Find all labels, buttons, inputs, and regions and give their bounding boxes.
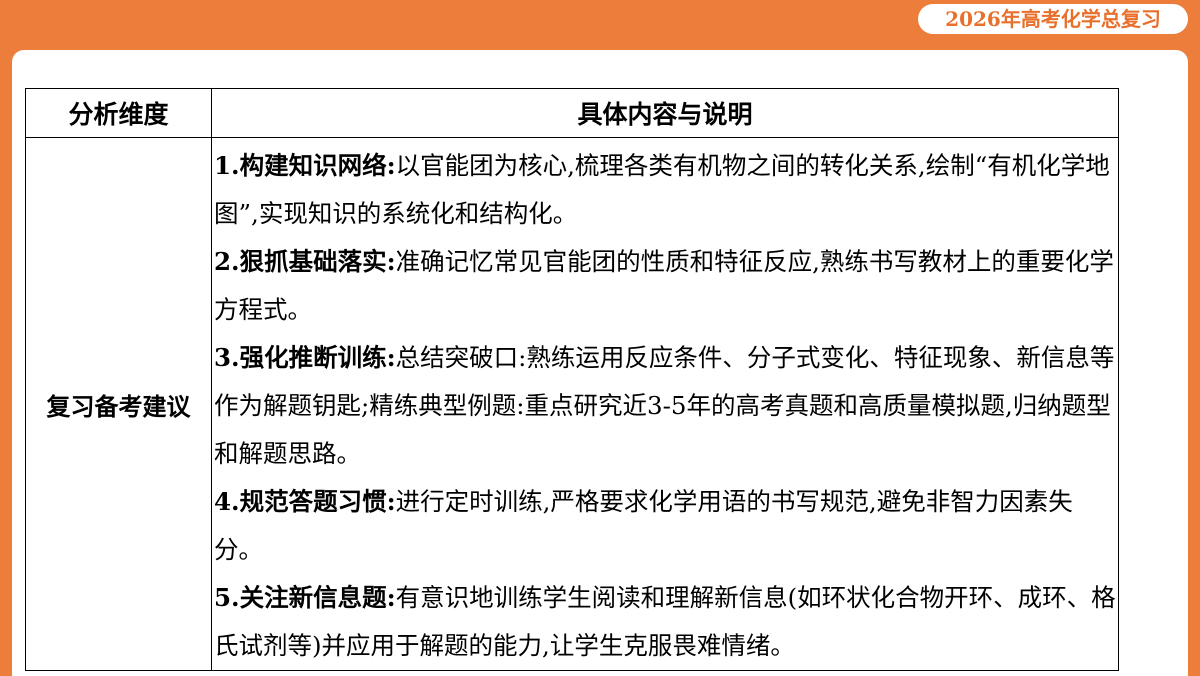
content-cell: 1.构建知识网络:以官能团为核心,梳理各类有机物之间的转化关系,绘制“有机化学地… — [211, 137, 1119, 671]
header-dimension: 分析维度 — [25, 88, 212, 138]
list-item: 4.规范答题习惯:进行定时训练,严格要求化学用语的书写规范,避免非智力因素失分。 — [214, 478, 1118, 574]
item-label: 2.狠抓基础落实: — [214, 247, 396, 276]
item-label: 4.规范答题习惯: — [214, 487, 396, 516]
list-item: 1.构建知识网络:以官能团为核心,梳理各类有机物之间的转化关系,绘制“有机化学地… — [214, 142, 1118, 238]
row-label: 复习备考建议 — [25, 137, 212, 671]
item-label: 3.强化推断训练: — [214, 343, 396, 372]
header-content: 具体内容与说明 — [211, 88, 1119, 138]
table-header-row: 分析维度 具体内容与说明 — [25, 88, 1119, 138]
list-item: 3.强化推断训练:总结突破口:熟练运用反应条件、分子式变化、特征现象、新信息等作… — [214, 334, 1118, 478]
item-label: 1.构建知识网络: — [214, 151, 396, 180]
table-row: 复习备考建议 1.构建知识网络:以官能团为核心,梳理各类有机物之间的转化关系,绘… — [25, 137, 1119, 671]
list-item: 2.狠抓基础落实:准确记忆常见官能团的性质和特征反应,熟练书写教材上的重要化学方… — [214, 238, 1118, 334]
analysis-table: 分析维度 具体内容与说明 复习备考建议 1.构建知识网络:以官能团为核心,梳理各… — [25, 88, 1119, 671]
content-panel: 分析维度 具体内容与说明 复习备考建议 1.构建知识网络:以官能团为核心,梳理各… — [12, 50, 1188, 676]
course-badge: 2026年高考化学总复习 — [918, 4, 1188, 34]
list-item: 5.关注新信息题:有意识地训练学生阅读和理解新信息(如环状化合物开环、成环、格氏… — [214, 574, 1118, 670]
item-label: 5.关注新信息题: — [214, 583, 396, 612]
